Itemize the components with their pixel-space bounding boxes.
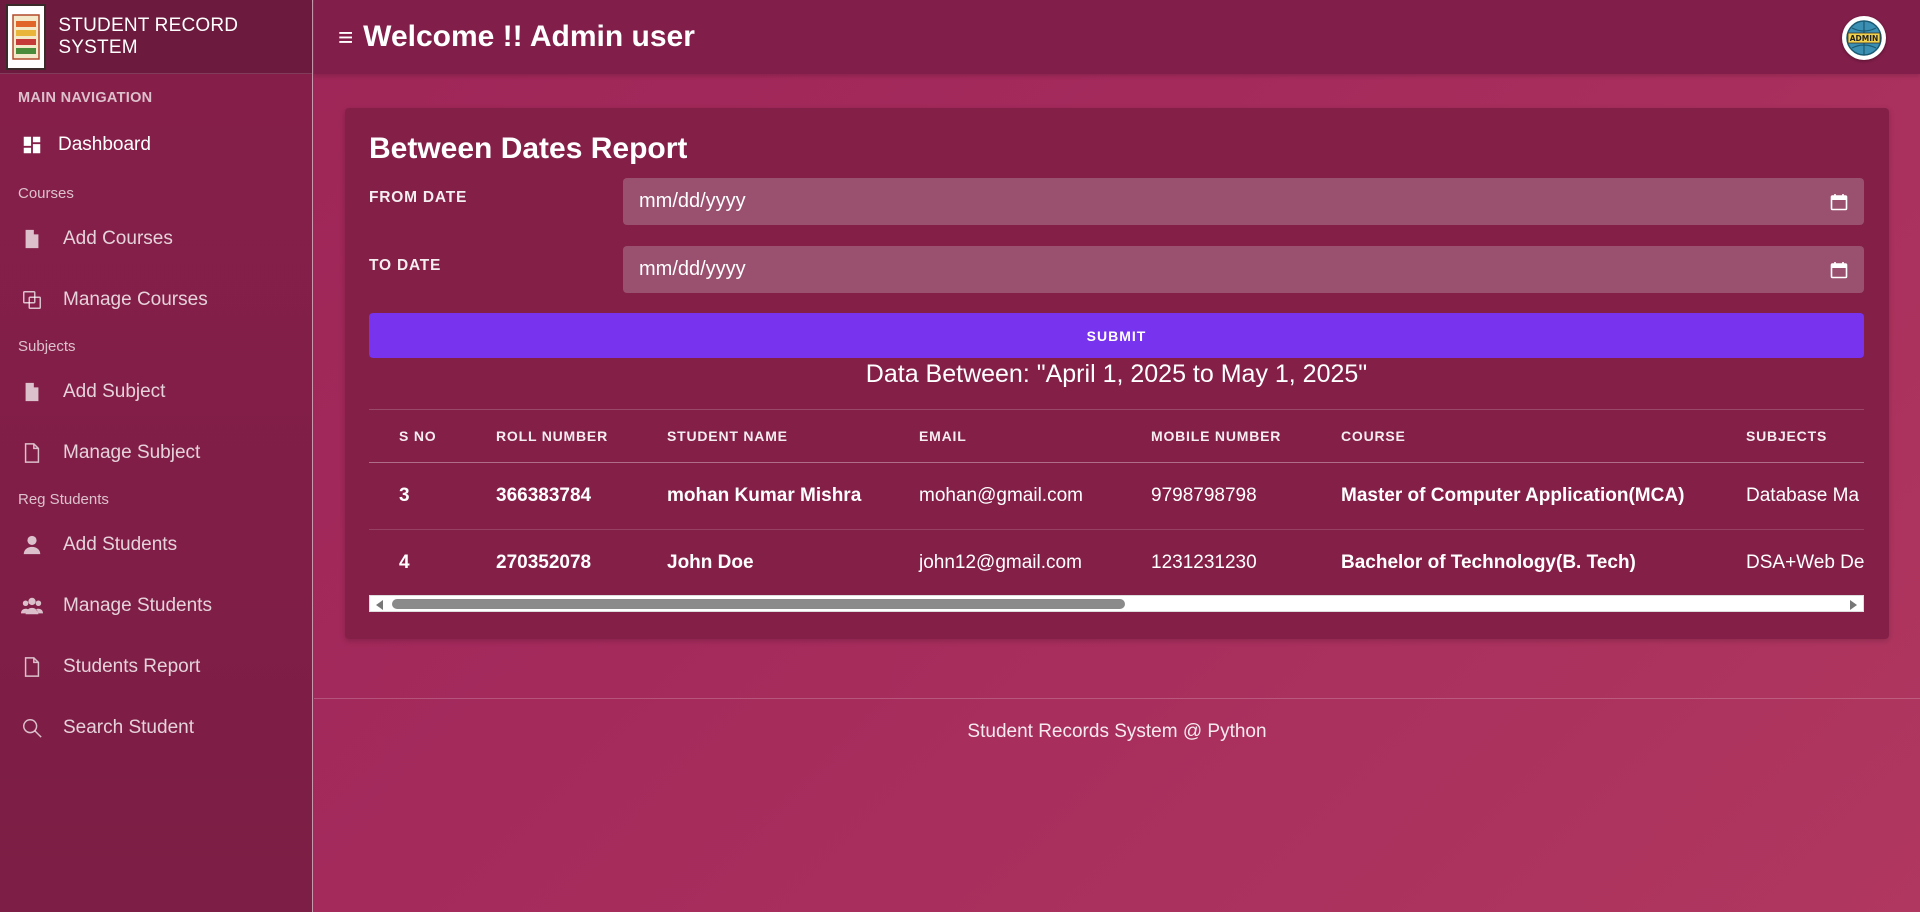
courses-heading: Courses [18, 185, 74, 202]
sidebar-item-label: Search Student [63, 716, 194, 738]
search-icon [20, 716, 44, 740]
copy-icon [20, 288, 44, 312]
footer-text: Student Records System @ Python [967, 720, 1267, 742]
calendar-icon[interactable] [1830, 193, 1848, 211]
cell-subjects: DSA+Web De [1716, 529, 1864, 587]
report-title: Between Dates Report [369, 132, 688, 165]
cell-student-name: mohan Kumar Mishra [637, 462, 889, 530]
cell-mobile: 1231231230 [1121, 529, 1311, 587]
date-range-text: Data Between: "April 1, 2025 to May 1, 2… [865, 360, 1368, 388]
column-header: EMAIL [889, 410, 1121, 463]
cell-student-name: John Doe [637, 529, 889, 587]
from-date-input[interactable]: mm/dd/yyyy [623, 178, 1864, 225]
sidebar-item-label: Add Subject [63, 380, 166, 402]
brand-bar: STUDENT RECORD SYSTEM [0, 0, 312, 74]
avatar[interactable]: ADMIN [1842, 16, 1886, 60]
dashboard-icon [20, 133, 44, 157]
top-header: ≡ Welcome !! Admin user ADMIN [314, 0, 1920, 74]
cell-course: Bachelor of Technology(B. Tech) [1311, 529, 1716, 587]
subjects-heading: Subjects [18, 338, 76, 355]
table-row: 4 270352078 John Doe john12@gmail.com 12… [369, 529, 1864, 587]
report-table-container[interactable]: S NO ROLL NUMBER STUDENT NAME EMAIL MOBI… [369, 409, 1864, 587]
column-header: COURSE [1311, 410, 1716, 463]
file-outline-icon [20, 655, 44, 679]
footer: Student Records System @ Python [314, 698, 1920, 758]
cell-email: mohan@gmail.com [889, 462, 1121, 530]
from-date-label: FROM DATE [369, 189, 468, 206]
submit-button[interactable]: SUBMIT [369, 313, 1864, 358]
cell-mobile: 9798798798 [1121, 462, 1311, 530]
scroll-right-icon[interactable] [1850, 600, 1857, 610]
sidebar-item-label: Students Report [63, 655, 201, 677]
sidebar-item-manage-courses[interactable]: Manage Courses [0, 269, 312, 330]
scroll-left-icon[interactable] [376, 600, 383, 610]
column-header: ROLL NUMBER [466, 410, 637, 463]
cell-sno: 3 [369, 462, 466, 530]
column-header: STUDENT NAME [637, 410, 889, 463]
cell-course: Master of Computer Application(MCA) [1311, 462, 1716, 530]
cell-roll-number: 366383784 [466, 462, 637, 530]
horizontal-scrollbar[interactable] [369, 595, 1864, 612]
file-icon [20, 227, 44, 251]
report-table: S NO ROLL NUMBER STUDENT NAME EMAIL MOBI… [369, 410, 1864, 587]
sidebar-item-label: Manage Subject [63, 441, 201, 463]
page-title: Welcome !! Admin user [363, 20, 695, 53]
file-icon [20, 380, 44, 404]
scrollbar-thumb[interactable] [392, 599, 1125, 609]
sidebar-item-manage-students[interactable]: Manage Students [0, 575, 312, 636]
cell-email: john12@gmail.com [889, 529, 1121, 587]
column-header: S NO [369, 410, 466, 463]
sidebar: STUDENT RECORD SYSTEM MAIN NAVIGATION Da… [0, 0, 313, 912]
to-date-label: TO DATE [369, 257, 442, 274]
sidebar-item-label: Manage Students [63, 594, 212, 616]
table-header-row: S NO ROLL NUMBER STUDENT NAME EMAIL MOBI… [369, 410, 1864, 463]
books-icon [12, 13, 40, 60]
cell-sno: 4 [369, 529, 466, 587]
sidebar-item-label: Add Students [63, 533, 178, 555]
calendar-icon[interactable] [1830, 261, 1848, 279]
to-date-input[interactable]: mm/dd/yyyy [623, 246, 1864, 293]
to-date-value: mm/dd/yyyy [639, 258, 746, 280]
admin-globe-icon: ADMIN [1846, 20, 1882, 56]
main-navigation-heading: MAIN NAVIGATION [18, 90, 153, 106]
sidebar-item-search-student[interactable]: Search Student [0, 697, 312, 758]
brand-logo [6, 3, 47, 70]
sidebar-item-add-students[interactable]: Add Students [0, 514, 312, 575]
sidebar-item-label: Add Courses [63, 227, 173, 249]
table-row: 3 366383784 mohan Kumar Mishra mohan@gma… [369, 462, 1864, 530]
sidebar-item-label: Manage Courses [63, 288, 208, 310]
sidebar-item-dashboard[interactable]: Dashboard [0, 114, 312, 175]
file-outline-icon [20, 441, 44, 465]
column-header: MOBILE NUMBER [1121, 410, 1311, 463]
menu-toggle-icon[interactable]: ≡ [338, 22, 353, 53]
cell-roll-number: 270352078 [466, 529, 637, 587]
avatar-text: ADMIN [1850, 34, 1879, 43]
users-icon [20, 594, 44, 618]
reg-students-heading: Reg Students [18, 491, 109, 508]
column-header: SUBJECTS [1716, 410, 1864, 463]
sidebar-item-label: Dashboard [58, 133, 151, 155]
sidebar-item-add-subject[interactable]: Add Subject [0, 361, 312, 422]
sidebar-item-add-courses[interactable]: Add Courses [0, 208, 312, 269]
sidebar-item-manage-subject[interactable]: Manage Subject [0, 422, 312, 483]
from-date-value: mm/dd/yyyy [639, 190, 746, 212]
user-icon [20, 533, 44, 557]
sidebar-item-students-report[interactable]: Students Report [0, 636, 312, 697]
cell-subjects: Database Ma [1716, 462, 1864, 530]
brand-name: STUDENT RECORD SYSTEM [58, 14, 239, 58]
report-card: Between Dates Report FROM DATE mm/dd/yyy… [345, 108, 1889, 639]
